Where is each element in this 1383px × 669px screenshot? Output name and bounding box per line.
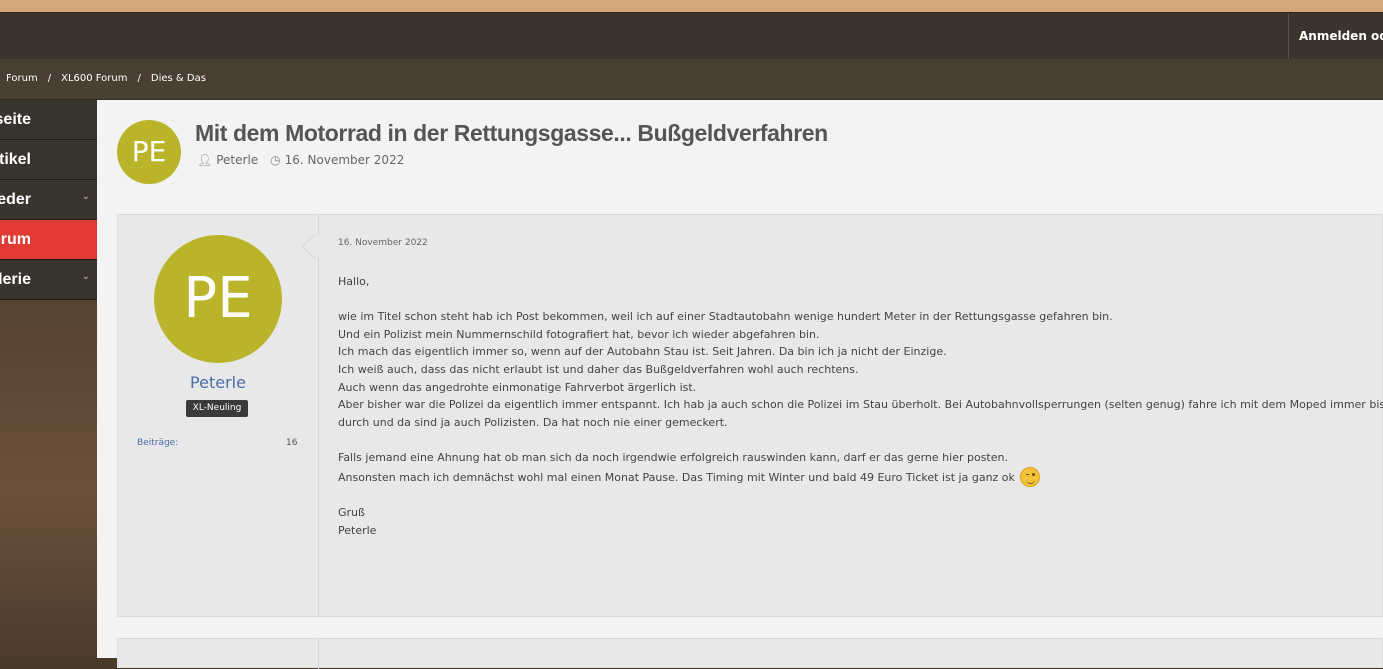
sidebar-item-mitglieder[interactable]: Mitglieder⌄ bbox=[0, 180, 97, 220]
post-closing: Gruß Peterle bbox=[338, 506, 377, 537]
main-content: PE Mit dem Motorrad in der Rettungsgasse… bbox=[97, 100, 1383, 669]
breadcrumb: Forum / XL600 Forum / Dies & Das bbox=[0, 59, 1383, 100]
post-greeting: Hallo, bbox=[338, 275, 370, 288]
sidebar-item-forum[interactable]: Forum bbox=[0, 220, 97, 260]
top-banner bbox=[0, 0, 1383, 12]
sidebar-nav: Startseite Artikel Mitglieder⌄ Forum Gal… bbox=[0, 100, 97, 300]
page-title: Mit dem Motorrad in der Rettungsgasse...… bbox=[195, 120, 828, 146]
avatar[interactable]: PE bbox=[117, 120, 181, 184]
posts-count-label[interactable]: Beiträge: bbox=[137, 438, 178, 448]
login-button[interactable]: Anmelden oder bbox=[1288, 13, 1383, 59]
chevron-down-icon[interactable]: ⌄ bbox=[82, 260, 90, 296]
breadcrumb-forum[interactable]: Forum bbox=[6, 73, 38, 84]
user-icon: 👤︎ bbox=[197, 153, 213, 167]
breadcrumb-dies-das[interactable]: Dies & Das bbox=[151, 73, 206, 84]
sidebar-item-startseite[interactable]: Startseite bbox=[0, 100, 97, 140]
post-paragraph: Falls jemand eine Ahnung hat ob man sich… bbox=[338, 449, 1383, 487]
avatar[interactable]: PE bbox=[154, 235, 282, 363]
header-bar: Anmelden oder bbox=[0, 12, 1383, 60]
posts-count-value: 16 bbox=[286, 438, 298, 448]
post-username[interactable]: Peterle bbox=[118, 373, 318, 392]
post-date[interactable]: 16. November 2022 bbox=[338, 238, 428, 248]
post-author-sidebar: PE Peterle XL-Neuling Beiträge: 16 bbox=[118, 215, 319, 616]
post: PE Peterle XL-Neuling Beiträge: 16 16. N… bbox=[117, 214, 1383, 617]
clock-icon: ◷ bbox=[270, 153, 281, 167]
sidebar-item-galerie[interactable]: Galerie⌄ bbox=[0, 260, 97, 300]
sidebar-item-artikel[interactable]: Artikel bbox=[0, 140, 97, 180]
breadcrumb-xl600-forum[interactable]: XL600 Forum bbox=[61, 73, 127, 84]
chevron-down-icon[interactable]: ⌄ bbox=[82, 180, 90, 216]
rank-badge: XL-Neuling bbox=[186, 400, 248, 417]
wink-smiley-icon bbox=[1020, 466, 1041, 487]
post-body: Hallo, wie im Titel schon steht hab ich … bbox=[338, 273, 1383, 557]
thread-date[interactable]: 16. November 2022 bbox=[285, 153, 405, 167]
next-post bbox=[117, 638, 1383, 669]
thread-meta: 👤︎ Peterle ◷ 16. November 2022 bbox=[197, 153, 404, 167]
thread-author[interactable]: Peterle bbox=[216, 153, 258, 167]
post-paragraph: wie im Titel schon steht hab ich Post be… bbox=[338, 310, 1383, 429]
